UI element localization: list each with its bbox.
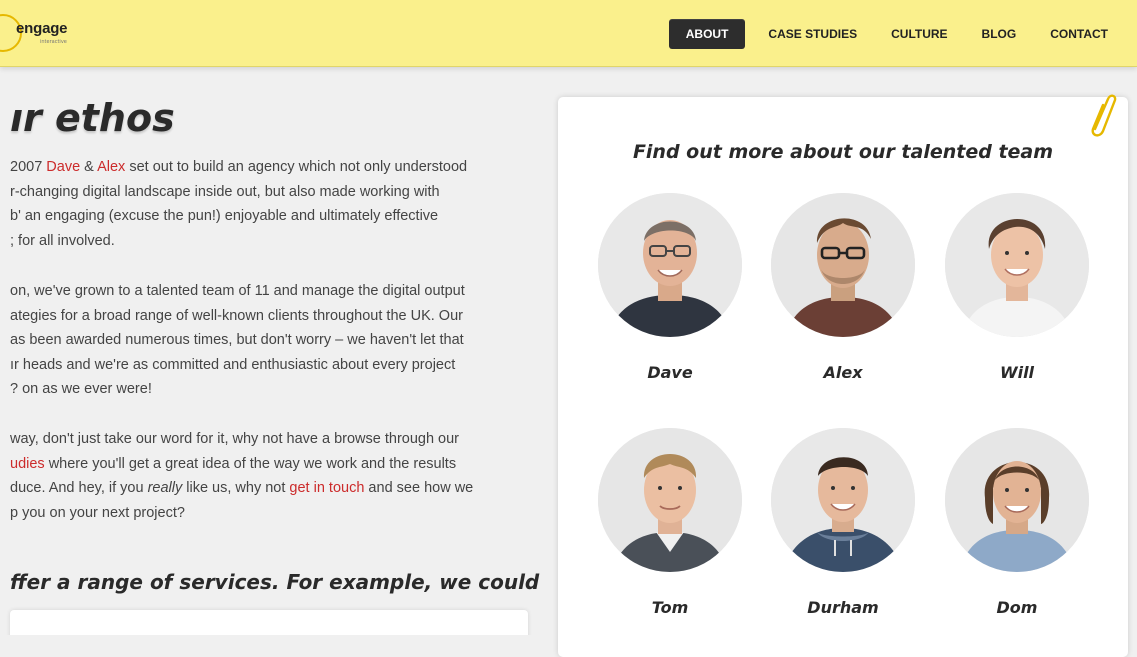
nav-culture[interactable]: CULTURE — [874, 19, 964, 49]
member-name: Dom — [996, 598, 1038, 617]
text-line: ır heads and we're as committed and enth… — [10, 356, 456, 373]
services-card — [10, 610, 528, 635]
text-segment: & — [80, 159, 98, 175]
get-in-touch-link[interactable]: get in touch — [289, 480, 364, 496]
team-member-alex[interactable]: Alex — [768, 193, 918, 382]
team-card: Find out more about our talented team Da… — [558, 94, 1128, 657]
team-member-will[interactable]: Will — [942, 193, 1092, 382]
avatar — [771, 193, 915, 337]
avatar — [598, 193, 742, 337]
text-line: as been awarded numerous times, but don'… — [10, 332, 464, 348]
text-line: on, we've grown to a talented team of 11… — [10, 283, 465, 299]
dave-link[interactable]: Dave — [46, 159, 80, 175]
text-line: r-changing digital landscape inside out,… — [10, 183, 440, 200]
team-member-dom[interactable]: Dom — [942, 428, 1092, 617]
avatar — [598, 428, 742, 572]
text-line: duce. And hey, if you really like us, wh… — [10, 476, 540, 501]
site-header: engage interactive ABOUT CASE STUDIES CU… — [0, 0, 1137, 67]
case-studies-link[interactable]: udies — [10, 456, 45, 472]
member-name: Tom — [651, 598, 689, 617]
nav-about[interactable]: ABOUT — [668, 19, 746, 49]
text-segment: like us, why not — [182, 480, 290, 496]
text-line: ; for all involved. — [10, 232, 115, 249]
team-title: Find out more about our talented team — [632, 141, 1054, 163]
member-name: Durham — [807, 598, 879, 617]
team-member-tom[interactable]: Tom — [595, 428, 745, 617]
emphasis-text: really — [147, 480, 183, 496]
avatar — [945, 193, 1089, 337]
text-line: p you on your next project? — [10, 504, 185, 521]
team-member-dave[interactable]: Dave — [595, 193, 745, 382]
member-name: Will — [999, 363, 1035, 382]
text-segment: and see how we — [364, 480, 474, 496]
ethos-section: ır ethos 2007 Dave & Alex set out to bui… — [0, 66, 540, 635]
text-line: ategies for a broad range of well-known … — [10, 307, 463, 324]
text-line: udies where you'll get a great idea of t… — [10, 452, 540, 477]
avatar — [945, 428, 1089, 572]
alex-link[interactable]: Alex — [97, 159, 125, 175]
text-line: ? on as we ever were! — [10, 381, 152, 397]
nav-case-studies[interactable]: CASE STUDIES — [751, 19, 874, 49]
page-title: ır ethos — [10, 96, 175, 140]
text-line: b' an engaging (excuse the pun!) enjoyab… — [10, 208, 439, 224]
text-line: way, don't just take our word for it, wh… — [10, 431, 460, 447]
text-segment: duce. And hey, if you — [10, 480, 148, 496]
services-heading: ffer a range of services. For example, w… — [10, 570, 540, 594]
avatar — [771, 428, 915, 572]
nav-blog[interactable]: BLOG — [965, 19, 1034, 49]
member-name: Dave — [647, 363, 693, 382]
text-segment: 2007 — [10, 159, 47, 175]
text-line: 2007 Dave & Alex set out to build an age… — [10, 155, 540, 180]
logo-tagline: interactive — [40, 39, 67, 45]
nav-contact[interactable]: CONTACT — [1033, 19, 1125, 49]
browse-paragraph: way, don't just take our word for it, wh… — [10, 427, 540, 525]
text-segment: where you'll get a great idea of the way… — [44, 455, 457, 472]
text-segment: set out to build an agency which not onl… — [125, 159, 468, 175]
team-member-durham[interactable]: Durham — [768, 428, 918, 617]
logo-text: engage — [16, 20, 68, 37]
member-name: Alex — [823, 363, 863, 382]
intro-paragraph: 2007 Dave & Alex set out to build an age… — [10, 155, 540, 253]
growth-paragraph: on, we've grown to a talented team of 11… — [10, 279, 540, 402]
paperclip-icon — [1091, 94, 1117, 137]
main-nav: ABOUT CASE STUDIES CULTURE BLOG CONTACT — [668, 19, 1125, 49]
